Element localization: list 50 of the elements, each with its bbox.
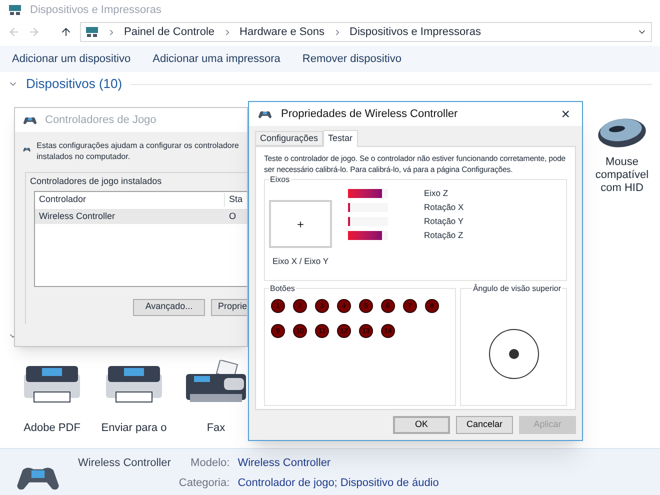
close-button[interactable]: × (557, 106, 574, 122)
detail-value: Controlador de jogo; Dispositivo de áudio (238, 476, 439, 490)
gamepad-icon (23, 116, 37, 124)
group-label: Ângulo de visão superior (472, 283, 562, 295)
up-arrow-icon[interactable] (60, 26, 72, 38)
pov-indicator-icon (488, 328, 540, 380)
mouse-icon (597, 116, 647, 150)
device-label[interactable]: Mouse compatível com HID (586, 156, 658, 195)
address-bar[interactable]: Painel de Controle Hardware e Sons Dispositivos e Impressoras (80, 22, 652, 42)
description-line: instalados no computador. (36, 151, 132, 162)
window-title: Dispositivos e Impressoras (30, 2, 162, 18)
dialog-button[interactable]: Cancelar (456, 416, 513, 434)
device-name: Wireless Controller (78, 456, 171, 471)
column-header[interactable]: Controlador (35, 193, 225, 207)
dialog-title: Propriedades de Wireless Controller (281, 106, 458, 122)
devices-icon (8, 4, 22, 16)
toolbar-button[interactable]: Adicionar uma impressora (152, 50, 280, 68)
tab[interactable]: Configurações (255, 131, 324, 146)
dialog-button[interactable]: OK (393, 416, 450, 434)
table-cell-text: O (228, 210, 238, 223)
toolbar-button[interactable]: Remover dispositivo (302, 50, 402, 68)
dialog-title: Controladores de Jogo (45, 112, 156, 128)
properties-button[interactable]: Proprie (211, 298, 247, 316)
printer-label[interactable]: Enviar para o (101, 420, 167, 436)
printer-label[interactable]: Adobe PDF (24, 420, 80, 436)
column-header[interactable]: Sta (225, 193, 247, 207)
tab[interactable]: Testar (323, 130, 358, 147)
description-line: Estas configurações ajudam a configurar os controladore (36, 140, 239, 151)
printer-label[interactable]: Fax (206, 420, 226, 436)
crosshair-icon (296, 220, 305, 228)
table-cell-text: Wireless Controller (38, 210, 116, 223)
breadcrumb-item[interactable]: Painel de Controle (124, 24, 215, 40)
axis-label: Eixo X / Eixo Y (272, 255, 329, 268)
advanced-button[interactable]: Avançado... (133, 298, 205, 316)
axis-label: Eixo Z (424, 186, 448, 200)
devices-icon (85, 26, 99, 38)
group-label: Controladores de jogo instalados (30, 175, 163, 188)
detail-label: Categoria: (178, 476, 230, 490)
gamepad-icon (257, 110, 273, 118)
toolbar-button[interactable]: Adicionar um dispositivo (12, 50, 131, 68)
axis-label: Rotação Z (424, 228, 464, 242)
detail-value: Wireless Controller (238, 456, 332, 471)
detail-label: Modelo: (190, 456, 230, 471)
section-header[interactable]: Dispositivos (10) (26, 74, 122, 94)
controller-row[interactable]: Wireless Controller O (35, 210, 247, 224)
axis-label: Rotação Y (424, 214, 464, 228)
breadcrumb-item[interactable]: Dispositivos e Impressoras (350, 24, 481, 40)
breadcrumb-item[interactable]: Hardware e Sons (240, 24, 325, 40)
axis-label: Rotação X (424, 200, 464, 214)
chevron-right-icon (107, 28, 116, 36)
